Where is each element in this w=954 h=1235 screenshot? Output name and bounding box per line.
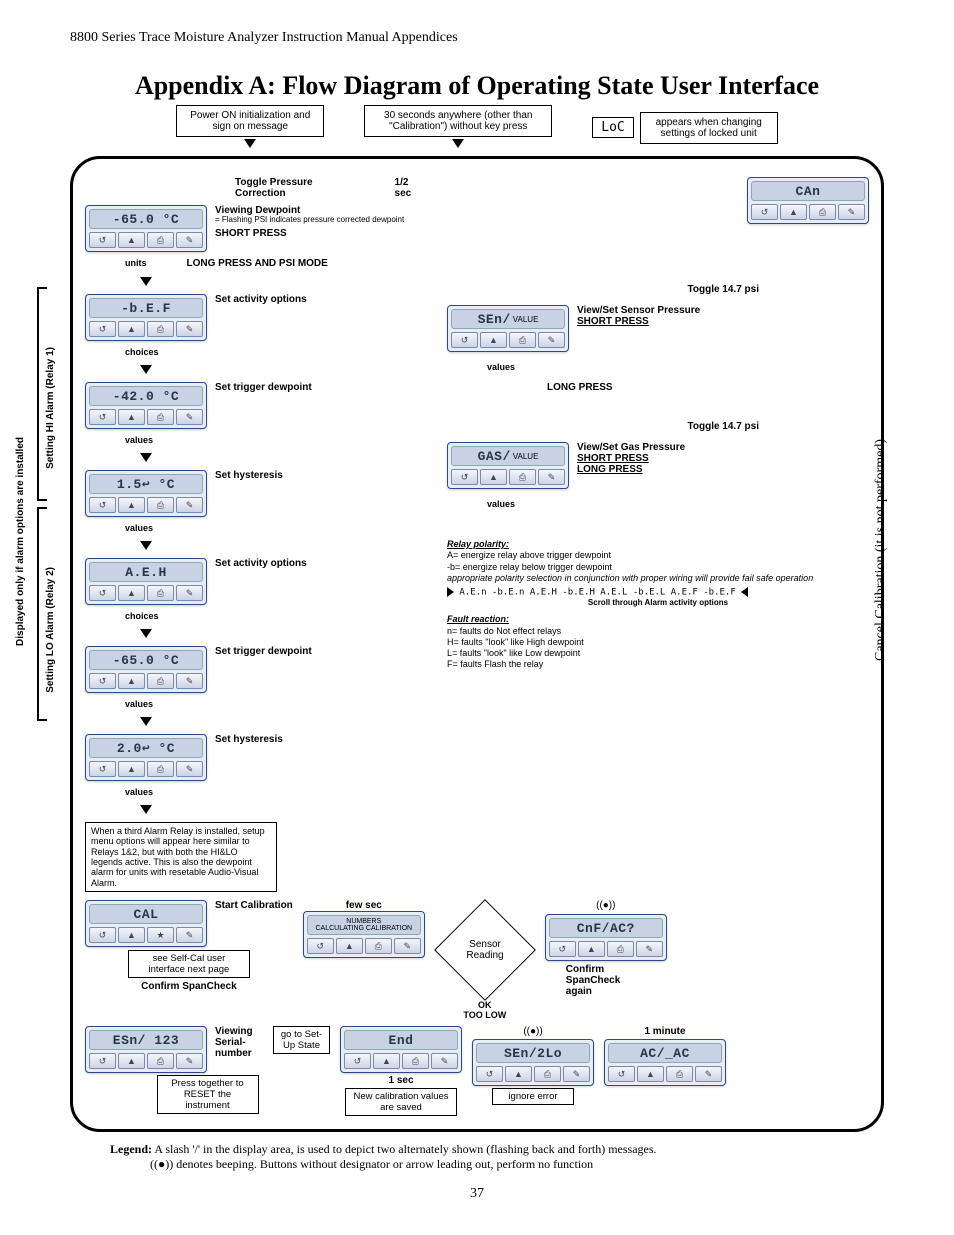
gas-pressure-label: View/Set Gas Pressure bbox=[577, 442, 685, 453]
serial-label: Viewing Serial- number bbox=[215, 1026, 265, 1059]
running-header: 8800 Series Trace Moisture Analyzer Inst… bbox=[70, 30, 884, 46]
end-note: New calibration values are saved bbox=[345, 1088, 457, 1116]
sensor-reading-diamond: Sensor Reading bbox=[434, 899, 536, 1001]
device-activity-r1: -b.E.F↺▲⎙✎ bbox=[85, 294, 207, 341]
third-relay-note: When a third Alarm Relay is installed, s… bbox=[85, 822, 277, 892]
toolow-label: TOO LOW bbox=[463, 1010, 506, 1020]
toggle-pressure-label: Toggle Pressure Correction bbox=[235, 177, 355, 199]
beep-icon-2: ((●)) bbox=[523, 1026, 542, 1037]
beep-icon-1: ((●)) bbox=[596, 900, 615, 911]
device-ac: AC/_AC↺▲⎙✎ bbox=[604, 1039, 726, 1086]
values-4: values bbox=[85, 787, 425, 797]
device-hyst-r2: 2.0↩ °C↺▲⎙✎ bbox=[85, 734, 207, 781]
toggle-14-1: Toggle 14.7 psi bbox=[447, 284, 869, 295]
values-gas: values bbox=[447, 499, 869, 509]
long-press-r: LONG PRESS bbox=[447, 382, 869, 393]
legend: Legend: A slash '/' in the display area,… bbox=[70, 1142, 884, 1172]
device-end: End↺▲⎙✎ bbox=[340, 1026, 462, 1073]
short-press: SHORT PRESS bbox=[215, 228, 404, 239]
confirm-again: Confirm SpanCheck again bbox=[566, 964, 646, 997]
device-sen2lo: SEn/2Lo↺▲⎙✎ bbox=[472, 1039, 594, 1086]
values-3: values bbox=[85, 699, 425, 709]
device-viewing-dewpoint: -65.0 °C ↺▲⎙✎ bbox=[85, 205, 207, 252]
loc-display: LoC bbox=[592, 117, 633, 138]
device-can: CAn↺▲⎙✎ bbox=[747, 177, 869, 224]
hyst-r1-label: Set hysteresis bbox=[215, 470, 283, 481]
psi-note: = Flashing PSI indicates pressure correc… bbox=[215, 216, 404, 224]
device-cnf: CnF/AC?↺▲⎙✎ bbox=[545, 914, 667, 961]
values-1: values bbox=[85, 435, 425, 445]
one-sec: 1 sec bbox=[388, 1075, 413, 1086]
units-label: units bbox=[125, 258, 147, 269]
vlabel-lo: Setting LO Alarm (Relay 2) bbox=[45, 567, 56, 693]
device-cal: CAL↺▲★✎ bbox=[85, 900, 207, 947]
device-numbers: NUMBERSCALCULATING CALIBRATION↺▲⎙✎ bbox=[303, 911, 425, 958]
device-gas-pressure: GAS/VALUE↺▲⎙✎ bbox=[447, 442, 569, 489]
long-press: LONG PRESS AND PSI MODE bbox=[187, 258, 328, 269]
bottom-area: CAL↺▲★✎ Start Calibration see Self-Cal u… bbox=[85, 900, 869, 1020]
relay-polarity-block: Relay polarity: A= energize relay above … bbox=[447, 539, 869, 671]
device-activity-r2: A.E.H↺▲⎙✎ bbox=[85, 558, 207, 605]
trigger-r1-label: Set trigger dewpoint bbox=[215, 382, 312, 393]
cancel-cal-label: Cancel Calibration (it is not performed) bbox=[873, 439, 889, 661]
values-sen: values bbox=[447, 362, 869, 372]
confirm-span: Confirm SpanCheck bbox=[141, 981, 237, 992]
activity-r1-label: Set activity options bbox=[215, 294, 307, 305]
timeout-box: 30 seconds anywhere (other than "Calibra… bbox=[364, 105, 552, 137]
start-cal: Start Calibration bbox=[215, 900, 293, 911]
page-title: Appendix A: Flow Diagram of Operating St… bbox=[70, 71, 884, 101]
half-sec: 1/2 sec bbox=[395, 177, 425, 199]
loc-note: appears when changing settings of locked… bbox=[640, 112, 778, 144]
ok-label: OK bbox=[478, 1000, 492, 1010]
power-on-box: Power ON initialization and sign on mess… bbox=[176, 105, 324, 137]
short-press-r: SHORT PRESS bbox=[577, 316, 700, 327]
values-2: values bbox=[85, 523, 425, 533]
vlabel-installed: Displayed only if alarm options are inst… bbox=[15, 437, 26, 646]
goto-setup: go to Set-Up State bbox=[273, 1026, 330, 1054]
main-diagram-frame: Cancel Calibration (it is not performed)… bbox=[70, 156, 884, 1132]
reset-box: Press together to RESET the instrument bbox=[157, 1075, 259, 1114]
left-column: Displayed only if alarm options are inst… bbox=[85, 177, 425, 892]
device-hyst-r1: 1.5↩ °C↺▲⎙✎ bbox=[85, 470, 207, 517]
choices-2: choices bbox=[85, 611, 425, 621]
top-row: Power ON initialization and sign on mess… bbox=[70, 105, 884, 150]
device-esn: ESn/ 123↺▲⎙✎ bbox=[85, 1026, 207, 1073]
one-minute: 1 minute bbox=[644, 1026, 685, 1037]
right-column: CAn↺▲⎙✎ Toggle 14.7 psi SEn/VALUE↺▲⎙✎ Vi… bbox=[447, 177, 869, 892]
device-sensor-pressure: SEn/VALUE↺▲⎙✎ bbox=[447, 305, 569, 352]
choices-1: choices bbox=[85, 347, 425, 357]
device-trigger-r2: -65.0 °C↺▲⎙✎ bbox=[85, 646, 207, 693]
toggle-14-2: Toggle 14.7 psi bbox=[447, 421, 869, 432]
sensor-pressure-label: View/Set Sensor Pressure bbox=[577, 305, 700, 316]
trigger-r2-label: Set trigger dewpoint bbox=[215, 646, 312, 657]
ignore-error: ignore error bbox=[492, 1088, 574, 1105]
vlabel-hi: Setting HI Alarm (Relay 1) bbox=[45, 347, 56, 469]
activity-r2-label: Set activity options bbox=[215, 558, 307, 569]
selfcal-box: see Self-Cal user interface next page bbox=[128, 950, 250, 978]
short-press-g: SHORT PRESS bbox=[577, 453, 685, 464]
few-sec: few sec bbox=[346, 900, 382, 911]
hyst-r2-label: Set hysteresis bbox=[215, 734, 283, 745]
device-trigger-r1: -42.0 °C↺▲⎙✎ bbox=[85, 382, 207, 429]
page-number: 37 bbox=[70, 1186, 884, 1202]
long-press-g: LONG PRESS bbox=[577, 464, 685, 475]
